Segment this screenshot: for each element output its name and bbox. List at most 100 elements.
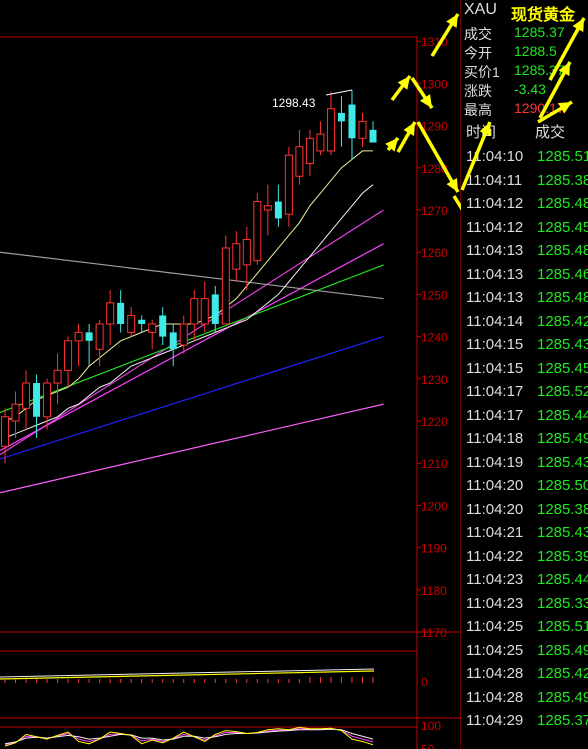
quote-value: 1290.17 — [514, 100, 565, 116]
quote-row: 今开 1288.5 — [461, 42, 588, 61]
candle-body — [232, 243, 241, 270]
price-tick-label: 1210 — [421, 457, 448, 471]
candle-body — [95, 323, 104, 350]
candle-body — [85, 332, 93, 341]
tick-price: 1285.43 — [537, 524, 588, 541]
candle-body — [11, 403, 20, 422]
candle-body — [369, 129, 377, 143]
tick-price: 1285.52 — [537, 383, 588, 400]
tick-row: 11:04:11 1285.38 — [461, 170, 588, 194]
tick-time: 11:04:13 — [466, 289, 524, 306]
high-annotation-label: 1298.43 — [272, 96, 316, 110]
candle-body — [253, 201, 262, 262]
tick-price: 1285.37 — [537, 712, 588, 729]
kdj-d-line — [4, 728, 374, 745]
tick-time: 11:04:18 — [466, 430, 524, 447]
price-tick-label: 1220 — [421, 415, 448, 429]
tick-row: 11:04:28 1285.49 — [461, 687, 588, 711]
tick-time: 11:04:13 — [466, 265, 524, 283]
tick-row: 11:04:12 1285.45 — [461, 217, 588, 241]
candle-body — [138, 319, 146, 324]
tick-row: 11:04:20 1285.50 — [461, 475, 588, 499]
tick-table-header: 时间 成交 — [461, 117, 588, 143]
tick-price: 1285.49 — [537, 430, 588, 447]
tick-price: 1285.44 — [537, 571, 588, 588]
tick-row: 11:04:15 1285.45 — [461, 358, 588, 382]
tick-price: 1285.49 — [537, 688, 588, 706]
tick-time: 11:04:28 — [466, 665, 524, 682]
trend-line — [0, 243, 384, 452]
candle-body — [43, 382, 52, 418]
quote-row: 买价1 1285.37 — [461, 61, 588, 80]
quote-label: 买价1 — [464, 64, 500, 80]
tick-time: 11:04:15 — [466, 336, 524, 353]
tick-price: 1285.49 — [537, 641, 588, 659]
tick-time: 11:04:28 — [466, 688, 524, 706]
candle-body — [358, 120, 367, 139]
tick-time: 11:04:17 — [466, 383, 524, 400]
tick-row: 11:04:22 1285.39 — [461, 546, 588, 570]
price-tick-label: 1240 — [421, 331, 448, 345]
tick-row: 11:04:23 1285.44 — [461, 569, 588, 593]
tick-price: 1285.45 — [537, 218, 588, 236]
tick-price: 1285.42 — [537, 312, 588, 330]
quote-value: -3.43 — [514, 81, 546, 97]
candle-body — [53, 369, 62, 384]
quote-label: 涨跌 — [464, 83, 492, 99]
candle-body — [221, 247, 230, 325]
tick-time: 11:04:20 — [466, 500, 524, 518]
tick-row: 11:04:28 1285.42 — [461, 663, 588, 687]
price-tick-label: 1190 — [421, 542, 447, 556]
tick-row: 11:04:19 1285.43 — [461, 452, 588, 476]
tick-row: 11:04:10 1285.51 — [461, 146, 588, 170]
tick-price: 1285.48 — [537, 289, 588, 306]
tick-row: 11:04:14 1285.42 — [461, 311, 588, 335]
annotation-arrow — [452, 195, 461, 211]
tick-time: 11:04:20 — [466, 477, 524, 494]
candle-body — [305, 137, 314, 165]
tick-time: 11:04:17 — [466, 406, 524, 424]
candle-body — [127, 315, 136, 333]
quote-label: 成交 — [464, 26, 492, 42]
tick-price: 1285.45 — [537, 359, 588, 377]
moving-average-line — [4, 184, 374, 439]
candle-body — [179, 323, 188, 346]
price-tick-label: 1270 — [421, 204, 448, 218]
quote-header: XAU 现货黄金 — [461, 0, 588, 24]
tick-row: 11:04:13 1285.46 — [461, 264, 588, 288]
candlestick-chart: 1170 1180 1190 1200 1210 1220 1230 1240 1250 1260… — [0, 0, 461, 749]
candle-body — [295, 146, 304, 177]
candle-body — [274, 201, 282, 219]
kdj-axis-label: 100 — [421, 719, 441, 733]
price-tick-label: 1230 — [421, 373, 448, 387]
tick-price: 1285.39 — [537, 547, 588, 565]
tick-row: 11:04:13 1285.48 — [461, 240, 588, 264]
tick-time: 11:04:12 — [466, 195, 524, 212]
candle-body — [190, 298, 199, 325]
tick-row: 11:04:12 1285.48 — [461, 193, 588, 217]
quote-row: 最高 1290.17 — [461, 99, 588, 118]
candle-body — [200, 298, 209, 325]
tick-row: 11:04:21 1285.43 — [461, 522, 588, 546]
candle-body — [33, 383, 41, 417]
candle-body — [159, 315, 167, 337]
tick-row: 11:04:13 1285.48 — [461, 287, 588, 311]
tick-time: 11:04:10 — [466, 148, 524, 165]
price-tick-label: 1170 — [421, 626, 447, 640]
candle-body — [316, 133, 325, 152]
quote-label: 今开 — [464, 45, 492, 61]
candle-body — [148, 323, 157, 333]
tick-time: 11:04:25 — [466, 641, 524, 659]
tick-price: 1285.46 — [537, 265, 588, 283]
tick-price: 1285.48 — [537, 242, 588, 259]
tick-price: 1285.44 — [537, 406, 588, 424]
candle-body — [348, 104, 356, 139]
tick-price: 1285.38 — [537, 500, 588, 518]
candle-body — [284, 154, 293, 215]
tick-price: 1285.42 — [537, 665, 588, 682]
tick-time: 11:04:12 — [466, 218, 524, 236]
quote-value: 1285.37 — [514, 62, 565, 78]
tick-row: 11:04:29 1285.37 — [461, 710, 588, 734]
kdj-axis-label: 50 — [421, 743, 435, 749]
tick-price: 1285.43 — [537, 336, 588, 353]
